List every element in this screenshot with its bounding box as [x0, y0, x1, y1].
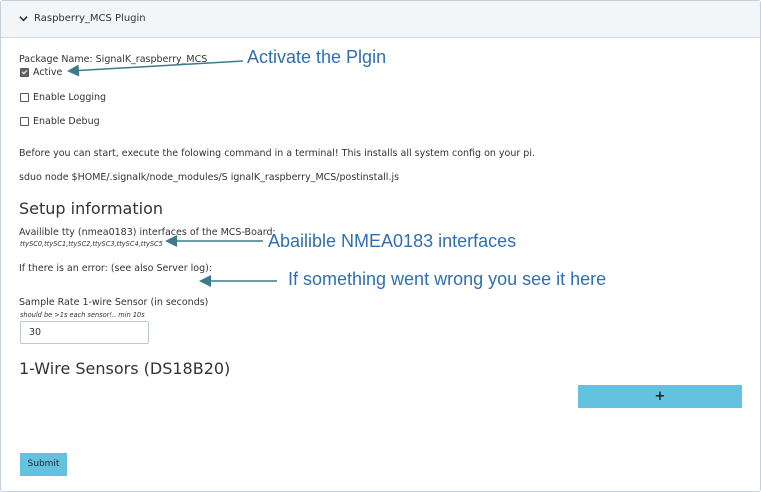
arrow-to-active: [67, 60, 244, 77]
annotation-activate: Activate the Plgin: [247, 47, 387, 67]
annotation-interfaces: Abailible NMEA0183 interfaces: [268, 231, 517, 251]
annotation-error: If something went wrong you see it here: [288, 269, 607, 289]
